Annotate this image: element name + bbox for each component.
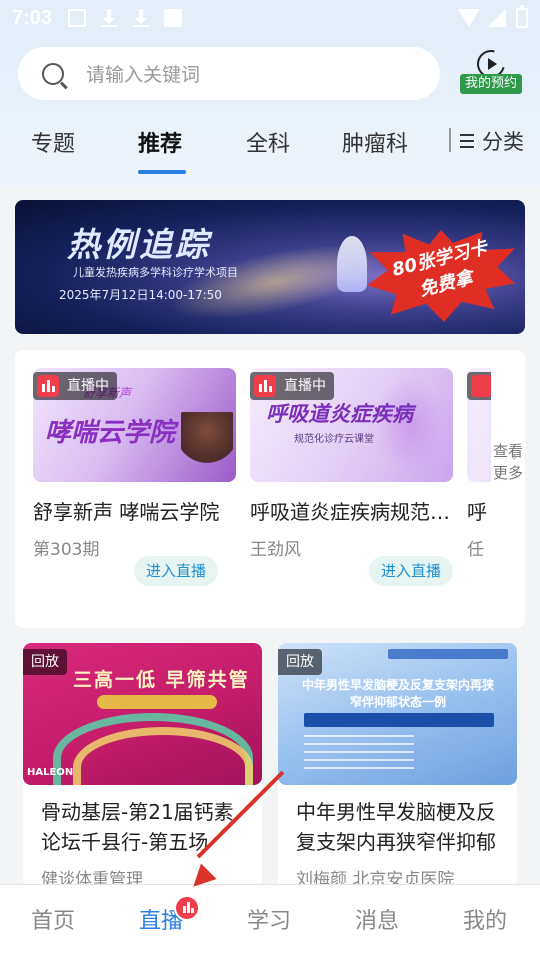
live-title: 呼 (467, 500, 487, 524)
replay-title: 骨动基层-第21届钙素论坛千县行-第五场 (41, 800, 234, 854)
play-icon (488, 58, 497, 70)
my-appointments-button[interactable]: 我的预约 (460, 44, 526, 96)
live-bars-icon (37, 375, 59, 397)
header: 请输入关键词 我的预约 专题 推荐 全科 肿瘤科 分类 (0, 36, 540, 186)
signal-icon (488, 9, 506, 27)
active-tab-indicator (138, 170, 186, 174)
live-item[interactable]: 呼吸道炎症疾病 规范化诊疗云课堂 直播中 呼吸道炎症疾病规范化诊疗云课堂 王劲风 (250, 368, 453, 560)
banner-figure-image (337, 236, 367, 292)
tab-topics[interactable]: 专题 (31, 126, 75, 158)
view-more-button[interactable]: 查看更多 › (491, 440, 525, 484)
tab-oncology[interactable]: 肿瘤科 (342, 126, 408, 158)
live-badge: 直播中 (250, 372, 334, 400)
replay-card[interactable]: 中年男性早发脑梗及反复支架内再狭窄伴抑郁状态一例 回放 中年男性早发脑梗及反复支… (278, 643, 517, 888)
thumb-agenda-lines (304, 735, 414, 775)
live-badge: 直播中 (33, 372, 117, 400)
battery-icon (516, 5, 528, 28)
thumb-caption: 规范化诊疗云课堂 (294, 434, 374, 445)
live-item[interactable]: 舒享新声 哮喘云学院 直播中 舒享新声 哮喘云学院 第303期 (33, 368, 236, 560)
live-thumbnail: 舒享新声 哮喘云学院 直播中 (33, 368, 236, 482)
all-categories-button[interactable]: 分类 (460, 126, 524, 156)
banner-subtitle: 儿童发热疾病多学科诊疗学术项目 (73, 266, 238, 279)
status-time: 7:03 (12, 6, 53, 29)
thumb-header-decoration (388, 649, 508, 659)
bottom-nav: 首页 直播 学习 消息 我的 (0, 884, 540, 960)
thumb-title: 哮喘云学院 (45, 418, 176, 448)
live-thumbnail (467, 368, 491, 482)
my-appointments-label: 我的预约 (460, 74, 523, 94)
promo-banner[interactable]: 热例追踪 儿童发热疾病多学科诊疗学术项目 2025年7月12日14:00-17:… (15, 200, 525, 334)
tab-divider (449, 128, 451, 152)
live-bars-icon (254, 375, 276, 397)
view-more-label: 查看更多 (492, 442, 523, 482)
thumb-title: 三高一低 早筛共管 (73, 669, 250, 691)
search-icon (42, 62, 64, 85)
replay-badge: 回放 (23, 649, 67, 675)
banner-datetime: 2025年7月12日14:00-17:50 (59, 288, 222, 302)
search-input[interactable]: 请输入关键词 (18, 47, 440, 100)
live-badge-label: 直播中 (67, 378, 109, 394)
thumb-strip-decoration (97, 695, 217, 709)
replay-thumbnail: 三高一低 早筛共管 HALEON 回放 (23, 643, 262, 785)
thumb-title: 呼吸道炎症疾病 (266, 402, 413, 426)
nav-home[interactable]: 首页 (31, 903, 75, 935)
enter-live-button[interactable]: 进入直播 (134, 556, 218, 586)
thumb-people-image (181, 412, 233, 476)
download-icon (100, 9, 118, 27)
replay-thumbnail: 中年男性早发脑梗及反复支架内再狭窄伴抑郁状态一例 回放 (278, 643, 517, 785)
wifi-icon (458, 9, 480, 27)
image-notification-icon (68, 9, 87, 27)
replay-title: 中年男性早发脑梗及反复支架内再狭窄伴抑郁状态一例 (296, 800, 496, 854)
status-bar: 7:03 (0, 0, 540, 36)
category-tabs: 专题 推荐 全科 肿瘤科 分类 (0, 118, 540, 178)
nav-messages[interactable]: 消息 (355, 903, 399, 935)
live-badge-label: 直播中 (284, 378, 326, 394)
search-placeholder: 请输入关键词 (86, 64, 201, 86)
live-title: 舒享新声 哮喘云学院 (33, 500, 220, 524)
download-icon (132, 9, 150, 27)
live-title: 呼吸道炎症疾病规范化诊疗云课堂 (250, 500, 453, 524)
chevron-right-icon: › (512, 449, 518, 465)
banner-title: 热例追踪 (67, 225, 211, 264)
app-notification-icon (164, 9, 183, 27)
live-indicator-icon (174, 895, 200, 921)
thumb-time-bar (304, 713, 494, 727)
nav-learn[interactable]: 学习 (247, 903, 291, 935)
live-bars-icon (471, 375, 491, 397)
enter-live-button[interactable]: 进入直播 (369, 556, 453, 586)
live-now-section: 舒享新声 哮喘云学院 直播中 舒享新声 哮喘云学院 第303期 进入直播 呼吸道… (15, 350, 525, 628)
replay-badge: 回放 (278, 649, 322, 675)
tab-recommended[interactable]: 推荐 (138, 126, 182, 158)
category-label: 分类 (482, 130, 524, 154)
live-badge (467, 372, 491, 400)
thumb-title: 中年男性早发脑梗及反复支架内再狭窄伴抑郁状态一例 (301, 678, 494, 709)
live-subtitle: 任 (467, 540, 484, 560)
nav-me[interactable]: 我的 (463, 903, 507, 935)
replay-card[interactable]: 三高一低 早筛共管 HALEON 回放 骨动基层-第21届钙素论坛千县行-第五场… (23, 643, 262, 888)
live-item[interactable]: 呼 任 (467, 368, 491, 560)
haleon-logo: HALEON (27, 767, 74, 778)
tab-general[interactable]: 全科 (246, 126, 290, 158)
live-thumbnail: 呼吸道炎症疾病 规范化诊疗云课堂 直播中 (250, 368, 453, 482)
menu-icon (460, 134, 474, 148)
